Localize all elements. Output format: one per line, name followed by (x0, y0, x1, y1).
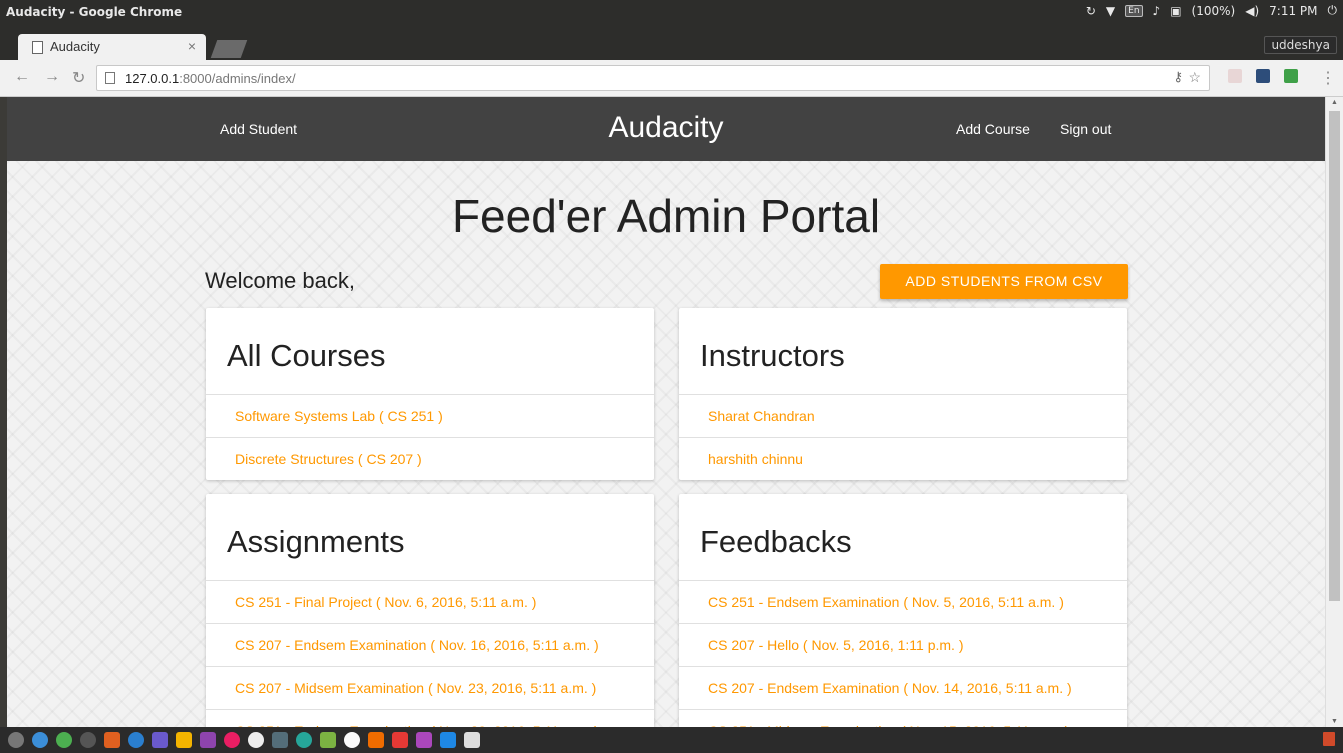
android-studio-icon[interactable] (320, 732, 336, 748)
back-arrow-icon[interactable]: ← (14, 68, 30, 86)
brand-container: Audacity (7, 111, 1325, 145)
sublime-icon[interactable] (368, 732, 384, 748)
terminal-icon[interactable] (272, 732, 288, 748)
notification-bell-icon[interactable]: ♪ (1153, 4, 1161, 18)
tab-audacity[interactable]: Audacity × (18, 34, 206, 60)
instructor-link[interactable]: harshith chinnu (679, 438, 1127, 480)
brand-logo[interactable]: Audacity (608, 111, 723, 144)
app-icon[interactable] (344, 732, 360, 748)
page-scrollbar[interactable]: ▲ ▼ (1325, 97, 1343, 727)
instructor-link[interactable]: Sharat Chandran (679, 395, 1127, 438)
instructors-title: Instructors (679, 308, 1127, 395)
feedback-link[interactable]: CS 251 - Midsem Examination ( Nov. 15, 2… (679, 710, 1127, 727)
software-center-icon[interactable] (104, 732, 120, 748)
assignments-card: Assignments CS 251 - Final Project ( Nov… (206, 494, 654, 727)
close-tab-icon[interactable]: × (188, 38, 196, 54)
new-extension-icon[interactable] (1284, 69, 1298, 83)
battery-icon[interactable]: ▣ (1170, 4, 1181, 18)
assignment-link[interactable]: CS 207 - Midsem Examination ( Nov. 23, 2… (206, 667, 654, 710)
app-navbar: Add Student Audacity Add Course Sign out (7, 97, 1325, 161)
power-icon[interactable]: ⏻ (1328, 3, 1338, 18)
sign-out-link[interactable]: Sign out (1060, 121, 1111, 137)
app-icon[interactable] (152, 732, 168, 748)
app-icon[interactable] (200, 732, 216, 748)
app-icon[interactable] (128, 732, 144, 748)
sync-icon[interactable]: ↻ (1086, 4, 1096, 18)
app-icon[interactable] (392, 732, 408, 748)
address-bar[interactable]: 127.0.0.1:8000/admins/index/ ⚷ ☆ (96, 65, 1210, 91)
app-icon[interactable] (224, 732, 240, 748)
scroll-up-arrow-icon[interactable]: ▲ (1331, 99, 1338, 106)
page-icon (32, 41, 43, 54)
window-title: Audacity - Google Chrome (6, 5, 183, 19)
tab-strip: Audacity × (0, 26, 1343, 60)
app-icon[interactable] (56, 732, 72, 748)
app-icon[interactable] (248, 732, 264, 748)
course-link[interactable]: Discrete Structures ( CS 207 ) (206, 438, 654, 480)
page-info-icon[interactable] (105, 72, 115, 84)
add-student-link[interactable]: Add Student (220, 121, 297, 137)
course-link[interactable]: Software Systems Lab ( CS 251 ) (206, 395, 654, 438)
trash-icon[interactable] (1323, 732, 1335, 746)
app-icon[interactable] (416, 732, 432, 748)
assignment-link[interactable]: CS 251 - Final Project ( Nov. 6, 2016, 5… (206, 581, 654, 624)
system-tray: ↻ ▼ En ♪ ▣ (100%) ◀) 7:11 PM ⏻ (1086, 3, 1337, 18)
assignments-title: Assignments (206, 494, 654, 581)
chrome-menu-icon[interactable]: ⋮ (1320, 68, 1336, 88)
scrollbar-thumb[interactable] (1329, 111, 1340, 601)
welcome-text: Welcome back, (205, 268, 355, 293)
chrome-icon[interactable] (176, 732, 192, 748)
key-icon[interactable]: ⚷ (1173, 69, 1183, 85)
volume-icon[interactable]: ◀) (1245, 4, 1259, 18)
feedbacks-card: Feedbacks CS 251 - Endsem Examination ( … (679, 494, 1127, 727)
new-tab-button[interactable] (210, 40, 248, 58)
extension-icon[interactable] (1256, 69, 1270, 83)
feedback-link[interactable]: CS 251 - Endsem Examination ( Nov. 5, 20… (679, 581, 1127, 624)
feedback-link[interactable]: CS 207 - Endsem Examination ( Nov. 14, 2… (679, 667, 1127, 710)
clock[interactable]: 7:11 PM (1269, 4, 1317, 18)
shield-extension-icon[interactable] (1228, 69, 1242, 83)
browser-toolbar: ← → ↻ 127.0.0.1:8000/admins/index/ ⚷ ☆ ⋮ (0, 60, 1343, 97)
courses-card: All Courses Software Systems Lab ( CS 25… (206, 308, 654, 480)
app-icon[interactable] (464, 732, 480, 748)
instructors-card: Instructors Sharat Chandran harshith chi… (679, 308, 1127, 480)
app-icon[interactable] (32, 732, 48, 748)
app-icon[interactable] (80, 732, 96, 748)
courses-title: All Courses (206, 308, 654, 395)
window-title-bar: Audacity - Google Chrome ↻ ▼ En ♪ ▣ (100… (0, 0, 1343, 26)
tab-label: Audacity (50, 39, 100, 54)
page-title: Feed'er Admin Portal (451, 190, 881, 242)
page-viewport: Add Student Audacity Add Course Sign out… (7, 97, 1325, 727)
add-students-csv-button[interactable]: ADD STUDENTS FROM CSV (880, 264, 1128, 299)
reload-icon[interactable]: ↻ (72, 68, 85, 88)
add-course-link[interactable]: Add Course (956, 121, 1030, 137)
url-text: 127.0.0.1:8000/admins/index/ (125, 71, 296, 86)
wifi-icon[interactable]: ▼ (1106, 4, 1115, 18)
app-icon[interactable] (296, 732, 312, 748)
assignment-link[interactable]: CS 207 - Endsem Examination ( Nov. 16, 2… (206, 624, 654, 667)
app-icon[interactable] (440, 732, 456, 748)
launcher-icon[interactable] (8, 732, 24, 748)
feedback-link[interactable]: CS 207 - Hello ( Nov. 5, 2016, 1:11 p.m.… (679, 624, 1127, 667)
keyboard-language[interactable]: En (1125, 4, 1143, 17)
bookmark-star-icon[interactable]: ☆ (1188, 69, 1201, 86)
feedbacks-title: Feedbacks (679, 494, 1127, 581)
battery-level: (100%) (1191, 3, 1236, 18)
scroll-down-arrow-icon[interactable]: ▼ (1331, 718, 1338, 725)
profile-button[interactable]: uddeshya (1264, 36, 1337, 54)
forward-arrow-icon[interactable]: → (44, 68, 60, 86)
os-taskbar (0, 727, 1343, 753)
assignment-link[interactable]: CS 251 - Endsem Examination ( Nov. 20, 2… (206, 710, 654, 727)
